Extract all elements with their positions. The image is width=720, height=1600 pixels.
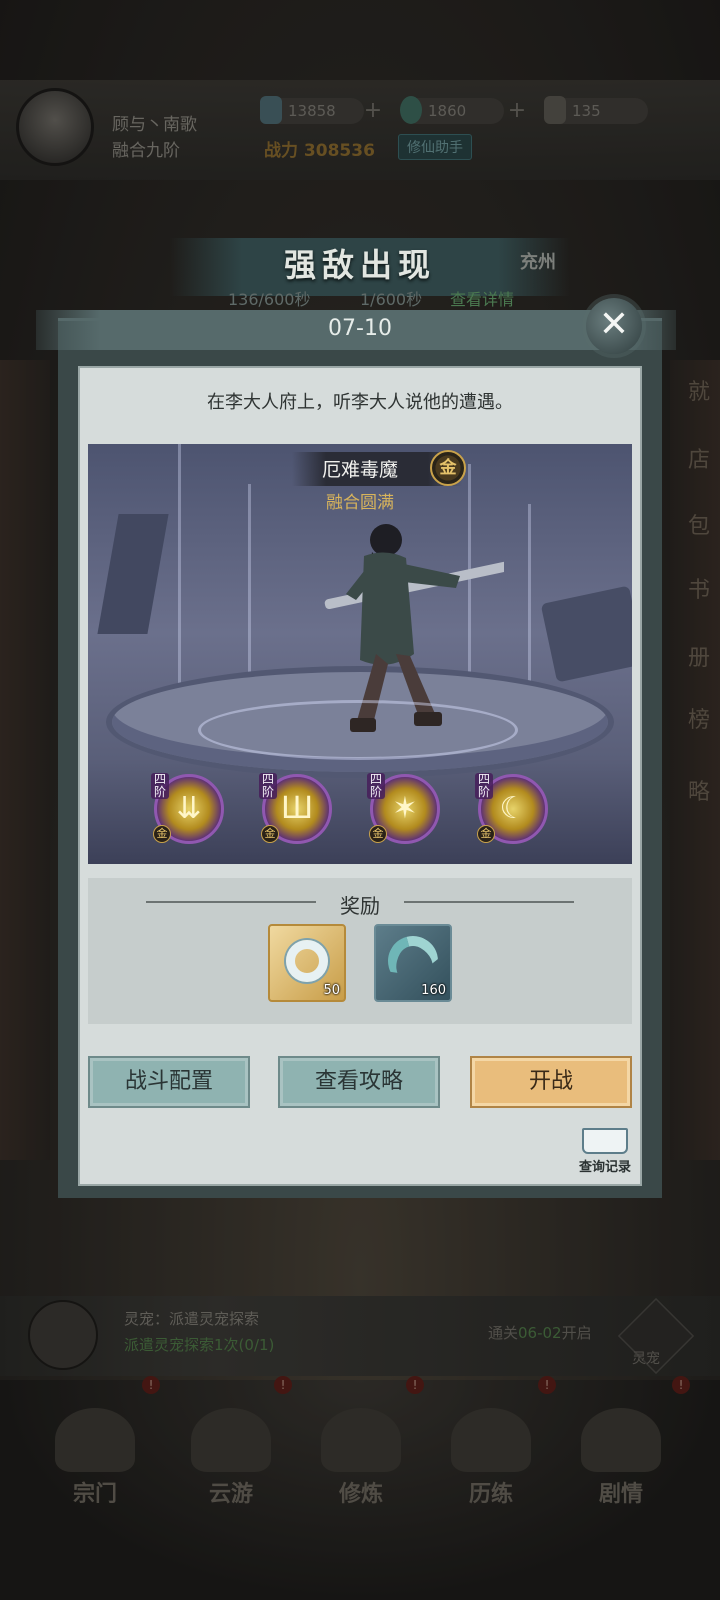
query-record-button[interactable]: 查询记录 (570, 1128, 640, 1178)
boss-rank: 融合圆满 (326, 493, 394, 513)
boss-skill[interactable]: ⇊ 四阶 金 (151, 773, 224, 844)
boss-skill[interactable]: ✶ 四阶 金 (367, 773, 440, 844)
skill-tier: 四阶 (367, 773, 385, 799)
boss-name: 厄难毒魔 (321, 459, 398, 481)
skill-tier: 四阶 (151, 773, 169, 799)
start-battle-button[interactable]: 开战 (470, 1056, 632, 1108)
skill-tier: 四阶 (475, 773, 493, 799)
reward-qty: 160 (421, 983, 446, 998)
skill-tier: 四阶 (259, 773, 277, 799)
stage-description: 在李大人府上，听李大人说他的遭遇。 (207, 392, 513, 413)
banner-subline: 136/600秒 1/600秒 查看详情 (228, 290, 515, 309)
floating-rock (540, 585, 632, 683)
boss-skill[interactable]: Ш 四阶 金 (259, 773, 332, 844)
battle-config-button[interactable]: 战斗配置 (88, 1056, 250, 1108)
boss-grade-badge: 金 (430, 450, 466, 486)
skill-grade: 金 (261, 825, 279, 843)
platform-ring (198, 700, 518, 760)
skill-grade: 金 (369, 825, 387, 843)
dialog-title: 强敌出现 (283, 246, 436, 284)
reward-title: 奖励 (340, 894, 380, 918)
close-button[interactable]: ✕ (586, 298, 642, 354)
reward-qty: 50 (323, 983, 340, 998)
boss-skill[interactable]: ☾ 四阶 金 (475, 773, 548, 844)
jade-ring-icon (286, 940, 328, 982)
reward-item[interactable]: 50 (268, 924, 346, 1002)
skill-grade: 金 (153, 825, 171, 843)
skill-grade: 金 (477, 825, 495, 843)
floating-rock (97, 514, 169, 634)
region-label: 充州 (520, 252, 556, 273)
reward-item[interactable]: 160 (374, 924, 452, 1002)
open-book-icon (582, 1128, 628, 1154)
boss-panel: 厄难毒魔 金 融合圆满 ⇊ 四阶 金 Ш 四阶 金 ✶ 四阶 金 ☾ 四阶 金 (88, 444, 632, 864)
query-record-label: 查询记录 (578, 1160, 631, 1175)
view-guide-button[interactable]: 查看攻略 (278, 1056, 440, 1108)
